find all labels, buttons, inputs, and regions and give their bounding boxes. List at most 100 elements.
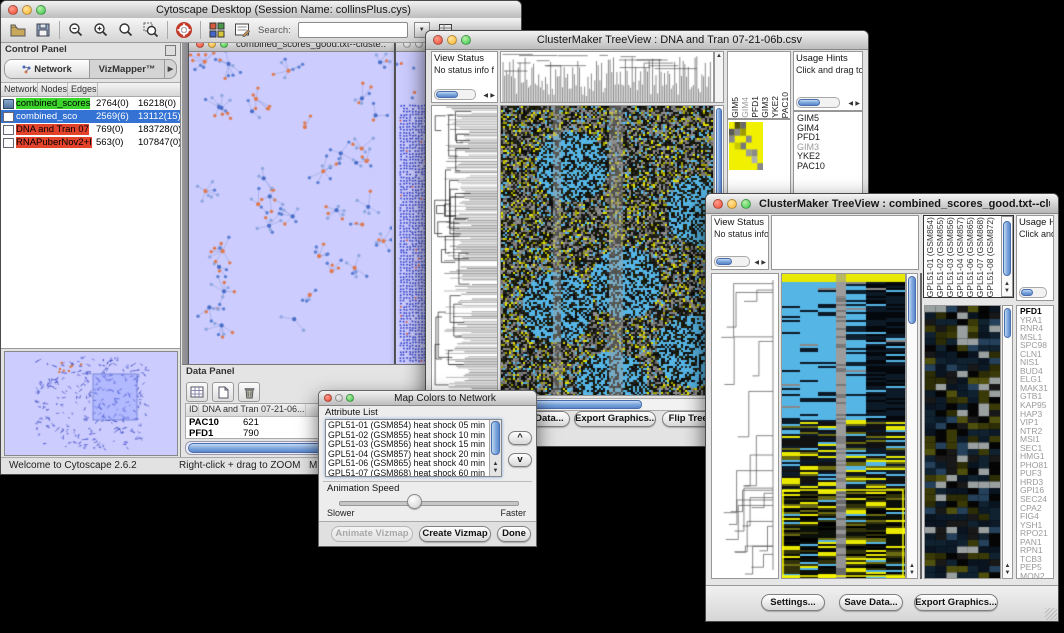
column-label[interactable]: GIM5 (730, 97, 740, 118)
tv1-heatmap-panel[interactable] (500, 105, 714, 396)
dialog-titlebar[interactable]: Map Colors to Network (319, 391, 536, 406)
scroll-left-icon[interactable]: ◀ (483, 92, 488, 100)
column-label[interactable]: GPL51-07 (GSM868) (975, 217, 985, 297)
scroll-up-icon[interactable]: ▲ (1003, 563, 1012, 570)
column-label[interactable]: GIM4 (740, 97, 750, 118)
zoom-out-icon[interactable] (67, 21, 85, 39)
scroll-down-icon[interactable]: ▼ (907, 570, 917, 577)
delete-attribute-trash-icon[interactable] (238, 382, 260, 402)
scroll-up-icon[interactable]: ▲ (907, 563, 917, 570)
column-label[interactable]: GPL51-02 (GSM855) (935, 217, 945, 297)
move-down-button[interactable]: v (508, 453, 532, 467)
row-dendrogram-canvas[interactable] (432, 106, 497, 395)
zoom-window-icon[interactable] (346, 394, 354, 402)
done-button[interactable]: Done (497, 526, 531, 542)
network-canvas-1[interactable] (189, 51, 392, 364)
tab-network[interactable]: Network (5, 60, 90, 78)
export-graphics-button[interactable]: Export Graphics... (574, 411, 656, 427)
mini-hscrollbar[interactable] (434, 89, 476, 100)
cytoscape-titlebar[interactable]: Cytoscape Desktop (Session Name: collins… (1, 1, 521, 19)
network-view-titlebar[interactable]: combined_scores_good.txt--cluste... (189, 43, 394, 52)
annotation-form-icon[interactable] (233, 21, 251, 39)
attribute-column-header[interactable]: ID (186, 404, 199, 416)
tv2-heatmap-vscrollbar[interactable]: ▲ ▼ (906, 273, 918, 579)
overview-canvas[interactable] (5, 352, 175, 453)
close-icon[interactable] (324, 394, 332, 402)
heatmap-canvas[interactable] (782, 274, 905, 578)
plugin-grid-icon[interactable] (208, 21, 226, 39)
column-label[interactable]: YKE2 (770, 96, 780, 118)
new-attribute-icon[interactable] (212, 382, 234, 402)
zoom-window-icon[interactable] (741, 199, 751, 209)
search-input[interactable] (298, 22, 408, 38)
minimize-icon[interactable] (447, 35, 457, 45)
scrollbar-thumb[interactable] (908, 276, 916, 324)
gene-list-item[interactable]: MON2 (1020, 572, 1053, 579)
scroll-up-icon[interactable]: ▲ (715, 53, 723, 60)
tv1-row-dendrogram-panel[interactable] (431, 105, 498, 396)
tv2-heatmap-panel[interactable] (781, 273, 906, 579)
row-dendrogram-canvas[interactable] (712, 274, 778, 578)
scroll-up-icon[interactable]: ▲ (490, 461, 501, 468)
heatmap-canvas[interactable] (501, 106, 713, 395)
close-icon[interactable] (8, 5, 18, 15)
scroll-right-icon[interactable]: ▶ (490, 92, 495, 100)
column-label[interactable]: GPL51-01 (GSM854) (925, 217, 935, 297)
scroll-down-icon[interactable]: ▼ (1003, 570, 1012, 577)
tv1-dendro-scroll-strip[interactable]: ▲ (714, 51, 724, 103)
network-list-row[interactable]: DNA and Tran 07 769(0) 183728(0) (1, 123, 180, 136)
move-up-button[interactable]: ^ (508, 431, 532, 445)
scrollbar-thumb[interactable] (716, 258, 732, 265)
tv2-zoom-vscrollbar[interactable]: ▲ ▼ (1002, 305, 1013, 579)
resize-grip[interactable] (1045, 608, 1057, 620)
close-icon[interactable] (713, 199, 723, 209)
network-list-row[interactable]: RNAPuberNov2+I 563(0) 107847(0) (1, 136, 180, 149)
minimize-icon[interactable] (22, 5, 32, 15)
scroll-left-icon[interactable]: ◀ (848, 100, 853, 108)
tv2-row-dendrogram-panel[interactable] (711, 273, 779, 579)
close-icon[interactable] (403, 43, 411, 48)
tab-overflow-button[interactable]: ▶ (165, 60, 176, 78)
network-table-column[interactable]: Nodes (38, 83, 68, 96)
scroll-down-icon[interactable]: ▼ (490, 468, 501, 475)
scroll-right-icon[interactable]: ▶ (855, 100, 860, 108)
slider-thumb[interactable] (407, 494, 422, 509)
listbox-vscrollbar[interactable]: ▲ ▼ (489, 420, 501, 476)
zoom-in-icon[interactable] (92, 21, 110, 39)
zoom-window-icon[interactable] (36, 5, 46, 15)
tv2-column-dendrogram-panel[interactable] (771, 215, 919, 270)
save-icon[interactable] (34, 21, 52, 39)
animation-speed-slider[interactable] (339, 501, 519, 506)
scroll-left-icon[interactable]: ◀ (754, 259, 759, 267)
scrollbar-thumb[interactable] (1021, 289, 1033, 296)
column-label[interactable]: GPL51-08 (GSM872) (985, 217, 995, 297)
submatrix-canvas[interactable] (729, 122, 763, 170)
treeview2-titlebar[interactable]: ClusterMaker TreeView : combined_scores_… (706, 194, 1058, 214)
scrollbar-thumb[interactable] (491, 421, 500, 455)
network-list-row[interactable]: combined_sco 2569(6) 13112(15) (1, 110, 180, 123)
network-table-column[interactable]: Network (1, 83, 38, 96)
scroll-right-icon[interactable]: ▶ (761, 259, 766, 267)
close-icon[interactable] (196, 43, 204, 48)
scrollbar-thumb[interactable] (1004, 308, 1011, 338)
attribute-item[interactable]: GPL51-07 (GSM868) heat shock 60 min (328, 469, 501, 477)
column-label[interactable]: GPL51-06 (GSM865) (965, 217, 975, 297)
zoom-heatmap-canvas[interactable] (925, 306, 1000, 578)
column-label[interactable]: GIM3 (760, 97, 770, 118)
float-panel-icon[interactable] (165, 45, 176, 56)
save-data-button[interactable]: Save Data... (839, 594, 903, 611)
zoom-window-icon[interactable] (461, 35, 471, 45)
network-list-row[interactable]: combined_scores 2764(0) 16218(0) (1, 97, 180, 110)
column-dendrogram-canvas[interactable] (501, 52, 713, 102)
scroll-down-icon[interactable]: ▼ (1002, 288, 1012, 295)
column-label[interactable]: GPL51-03 (GSM856) (945, 217, 955, 297)
gene-list-item[interactable]: PAC10 (797, 162, 862, 172)
split-divider[interactable] (920, 273, 922, 579)
tv1-column-dendrogram-panel[interactable] (500, 51, 714, 103)
labels-vscrollbar[interactable]: ▲ ▼ (1001, 216, 1013, 297)
attribute-column-header[interactable]: DNA and Tran 07-21-06... (199, 404, 306, 416)
create-vizmap-button[interactable]: Create Vizmap (419, 526, 491, 542)
minimize-icon[interactable] (208, 43, 216, 48)
open-folder-icon[interactable] (9, 21, 27, 39)
network-table-column[interactable]: Edges (68, 83, 98, 96)
